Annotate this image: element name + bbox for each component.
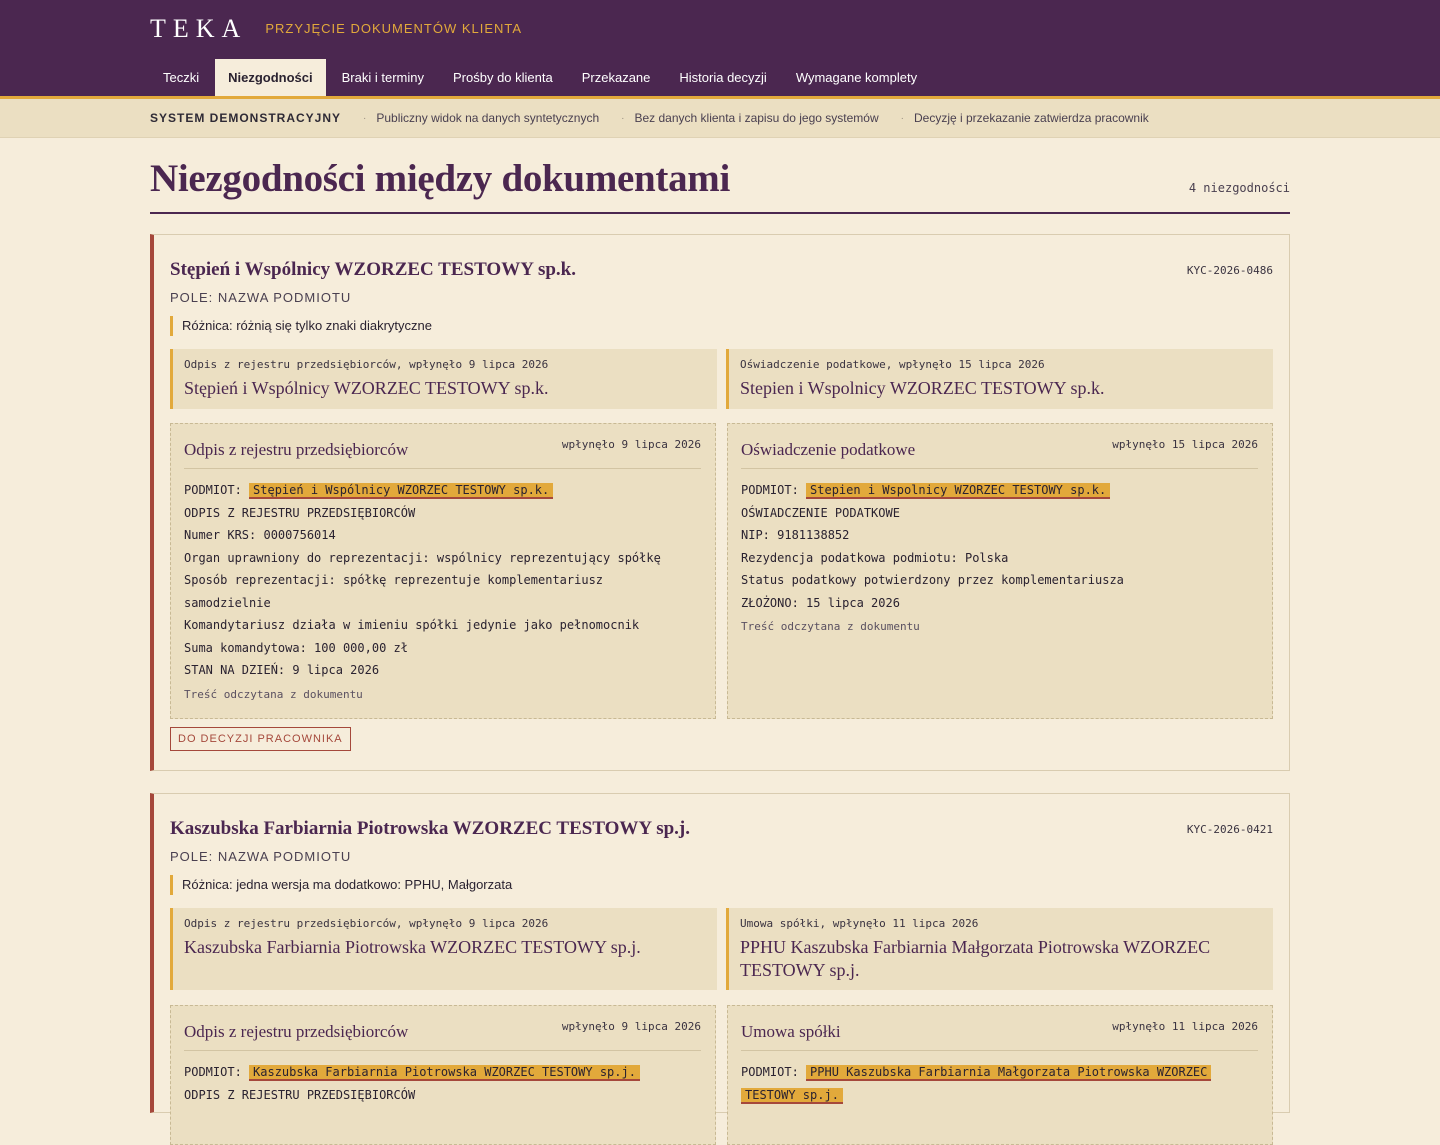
document-line: Rezydencja podatkowa podmiotu: Polska [741, 550, 1009, 565]
card-title: Stępień i Wspólnicy WZORZEC TESTOWY sp.k… [170, 259, 576, 280]
highlighted-subject: Kaszubska Farbiarnia Piotrowska WZORZEC … [249, 1065, 640, 1081]
tab-niezgodnosci[interactable]: Niezgodności [215, 59, 326, 96]
highlighted-subject: Stępień i Wspólnicy WZORZEC TESTOWY sp.k… [249, 483, 554, 499]
divider [741, 468, 1258, 469]
document-text: PODMIOT: Stepien i Wspolnicy WZORZEC TES… [741, 479, 1258, 614]
bullet-icon: · [900, 112, 904, 124]
page-header: Niezgodności między dokumentami 4 niezgo… [150, 134, 1290, 214]
document-line: NIP: 9181138852 [741, 528, 850, 542]
send-to-decision-button[interactable]: DO DECYZJI PRACOWNIKA [170, 727, 351, 751]
document-line: samodzielnie [184, 595, 271, 610]
bullet-icon: · [621, 112, 625, 124]
subject-label: PODMIOT: [741, 1065, 807, 1079]
right-value-quote: Umowa spółki, wpłynęło 11 lipca 2026 PPH… [726, 908, 1273, 990]
quote-value: Stepien i Wspolnicy WZORZEC TESTOWY sp.k… [740, 378, 1105, 398]
document-date: wpłynęło 9 lipca 2026 [561, 438, 701, 451]
main-nav: Teczki Niezgodności Braki i terminy Proś… [150, 59, 933, 96]
left-value-quote: Odpis z rejestru przedsiębiorców, wpłynę… [170, 908, 717, 990]
document-line: STAN NA DZIEŃ: 9 lipca 2026 [184, 663, 380, 677]
system-label: SYSTEM DEMONSTRACYJNY [150, 111, 342, 125]
page-title: Niezgodności między dokumentami [150, 157, 731, 200]
discrepancy-count: 4 niezgodności [1188, 181, 1290, 195]
document-text: PODMIOT: Kaszubska Farbiarnia Piotrowska… [184, 1061, 701, 1106]
field-label: POLE: NAZWA PODMIOTU [170, 290, 352, 305]
document-date: wpłynęło 11 lipca 2026 [1112, 1020, 1258, 1033]
demo-info-bar: SYSTEM DEMONSTRACYJNY · Publiczny widok n… [0, 99, 1440, 138]
tab-historia-decyzji[interactable]: Historia decyzji [666, 59, 779, 96]
case-id: KYC-2026-0486 [1186, 264, 1273, 277]
case-id: KYC-2026-0421 [1186, 823, 1273, 836]
divider [184, 1050, 701, 1051]
quote-source: Umowa spółki, wpłynęło 11 lipca 2026 [740, 917, 979, 930]
right-document-preview: Oświadczenie podatkowe wpłynęło 15 lipca… [727, 423, 1273, 719]
highlighted-subject: Stepien i Wspolnicy WZORZEC TESTOWY sp.k… [806, 483, 1111, 499]
document-footer: Treść odczytana z dokumentu [184, 688, 363, 701]
document-title: Umowa spółki [741, 1022, 841, 1041]
document-footer: Treść odczytana z dokumentu [741, 620, 920, 633]
info-item: · Bez danych klienta i zapisu do jego sys… [621, 111, 878, 125]
main-content: Niezgodności między dokumentami 4 niezgo… [150, 134, 1290, 1145]
document-line: Status podatkowy potwierdzony przez komp… [741, 573, 1124, 587]
document-line: Komandytariusz działa w imieniu spółki j… [184, 618, 640, 632]
quote-value: PPHU Kaszubska Farbiarnia Małgorzata Pio… [740, 937, 1211, 980]
info-text: Bez danych klienta i zapisu do jego syst… [634, 111, 879, 125]
divider [184, 468, 701, 469]
tab-wymagane-komplety[interactable]: Wymagane komplety [783, 59, 930, 96]
document-date: wpłynęło 15 lipca 2026 [1112, 438, 1258, 451]
document-title: Odpis z rejestru przedsiębiorców [184, 440, 409, 459]
highlighted-subject: PPHU Kaszubska Farbiarnia Małgorzata Pio… [806, 1065, 1212, 1081]
quote-source: Odpis z rejestru przedsiębiorców, wpłynę… [184, 358, 549, 371]
info-item: · Publiczny widok na danych syntetycznych [363, 111, 599, 125]
discrepancy-card: Stępień i Wspólnicy WZORZEC TESTOWY sp.k… [150, 234, 1290, 771]
document-line: Suma komandytowa: 100 000,00 zł [184, 640, 408, 655]
info-text: Publiczny widok na danych syntetycznych [376, 111, 600, 125]
subject-label: PODMIOT: [741, 483, 807, 497]
document-date: wpłynęło 9 lipca 2026 [561, 1020, 701, 1033]
document-line: OŚWIADCZENIE PODATKOWE [741, 505, 900, 520]
document-line: ODPIS Z REJESTRU PRZEDSIĘBIORCÓW [184, 1087, 416, 1102]
tab-teczki[interactable]: Teczki [150, 59, 212, 96]
quote-source: Odpis z rejestru przedsiębiorców, wpłynę… [184, 917, 549, 930]
quote-value: Stępień i Wspólnicy WZORZEC TESTOWY sp.k… [184, 378, 549, 398]
right-value-quote: Oświadczenie podatkowe, wpłynęło 15 lipc… [726, 349, 1273, 409]
subject-label: PODMIOT: [184, 483, 250, 497]
document-line: Numer KRS: 0000756014 [184, 528, 336, 542]
discrepancy-card: Kaszubska Farbiarnia Piotrowska WZORZEC … [150, 793, 1290, 1145]
document-title: Oświadczenie podatkowe [741, 440, 916, 459]
bullet-icon: · [363, 112, 367, 124]
field-label: POLE: NAZWA PODMIOTU [170, 849, 352, 864]
tab-braki-i-terminy[interactable]: Braki i terminy [329, 59, 437, 96]
left-document-preview: Odpis z rejestru przedsiębiorców wpłynęł… [170, 423, 716, 719]
info-item: · Decyzję i przekazanie zatwierdza pracow… [901, 111, 1149, 125]
card-title: Kaszubska Farbiarnia Piotrowska WZORZEC … [170, 818, 690, 839]
left-value-quote: Odpis z rejestru przedsiębiorców, wpłynę… [170, 349, 717, 409]
right-document-preview: Umowa spółki wpłynęło 11 lipca 2026 PODM… [727, 1005, 1273, 1145]
top-bar: TEKA PRZYJĘCIE DOKUMENTÓW KLIENTA Teczki… [0, 0, 1440, 96]
document-line: ZŁOŻONO: 15 lipca 2026 [741, 595, 900, 610]
app-subtitle: PRZYJĘCIE DOKUMENTÓW KLIENTA [265, 21, 523, 36]
quote-source: Oświadczenie podatkowe, wpłynęło 15 lipc… [740, 358, 1045, 371]
document-title: Odpis z rejestru przedsiębiorców [184, 1022, 409, 1041]
difference-note: Różnica: różnią się tylko znaki diakryty… [170, 316, 432, 336]
document-text: PODMIOT: Stępień i Wspólnicy WZORZEC TES… [184, 479, 701, 682]
app-logo[interactable]: TEKA [150, 14, 247, 44]
document-line: ODPIS Z REJESTRU PRZEDSIĘBIORCÓW [184, 505, 416, 520]
highlighted-subject: TESTOWY sp.j. [741, 1087, 843, 1104]
tab-przekazane[interactable]: Przekazane [569, 59, 664, 96]
quote-value: Kaszubska Farbiarnia Piotrowska WZORZEC … [184, 937, 641, 957]
tab-prosby-do-klienta[interactable]: Prośby do klienta [440, 59, 566, 96]
subject-label: PODMIOT: [184, 1065, 250, 1079]
info-text: Decyzję i przekazanie zatwierdza pracown… [913, 111, 1149, 125]
difference-note: Różnica: jedna wersja ma dodatkowo: PPHU… [170, 875, 512, 895]
document-text: PODMIOT: PPHU Kaszubska Farbiarnia Małgo… [741, 1061, 1258, 1106]
document-line: Sposób reprezentacji: spółkę reprezentuj… [184, 573, 604, 587]
brand: TEKA PRZYJĘCIE DOKUMENTÓW KLIENTA [150, 14, 522, 44]
left-document-preview: Odpis z rejestru przedsiębiorców wpłynęł… [170, 1005, 716, 1145]
document-line: Organ uprawniony do reprezentacji: wspól… [184, 550, 661, 565]
divider [741, 1050, 1258, 1051]
